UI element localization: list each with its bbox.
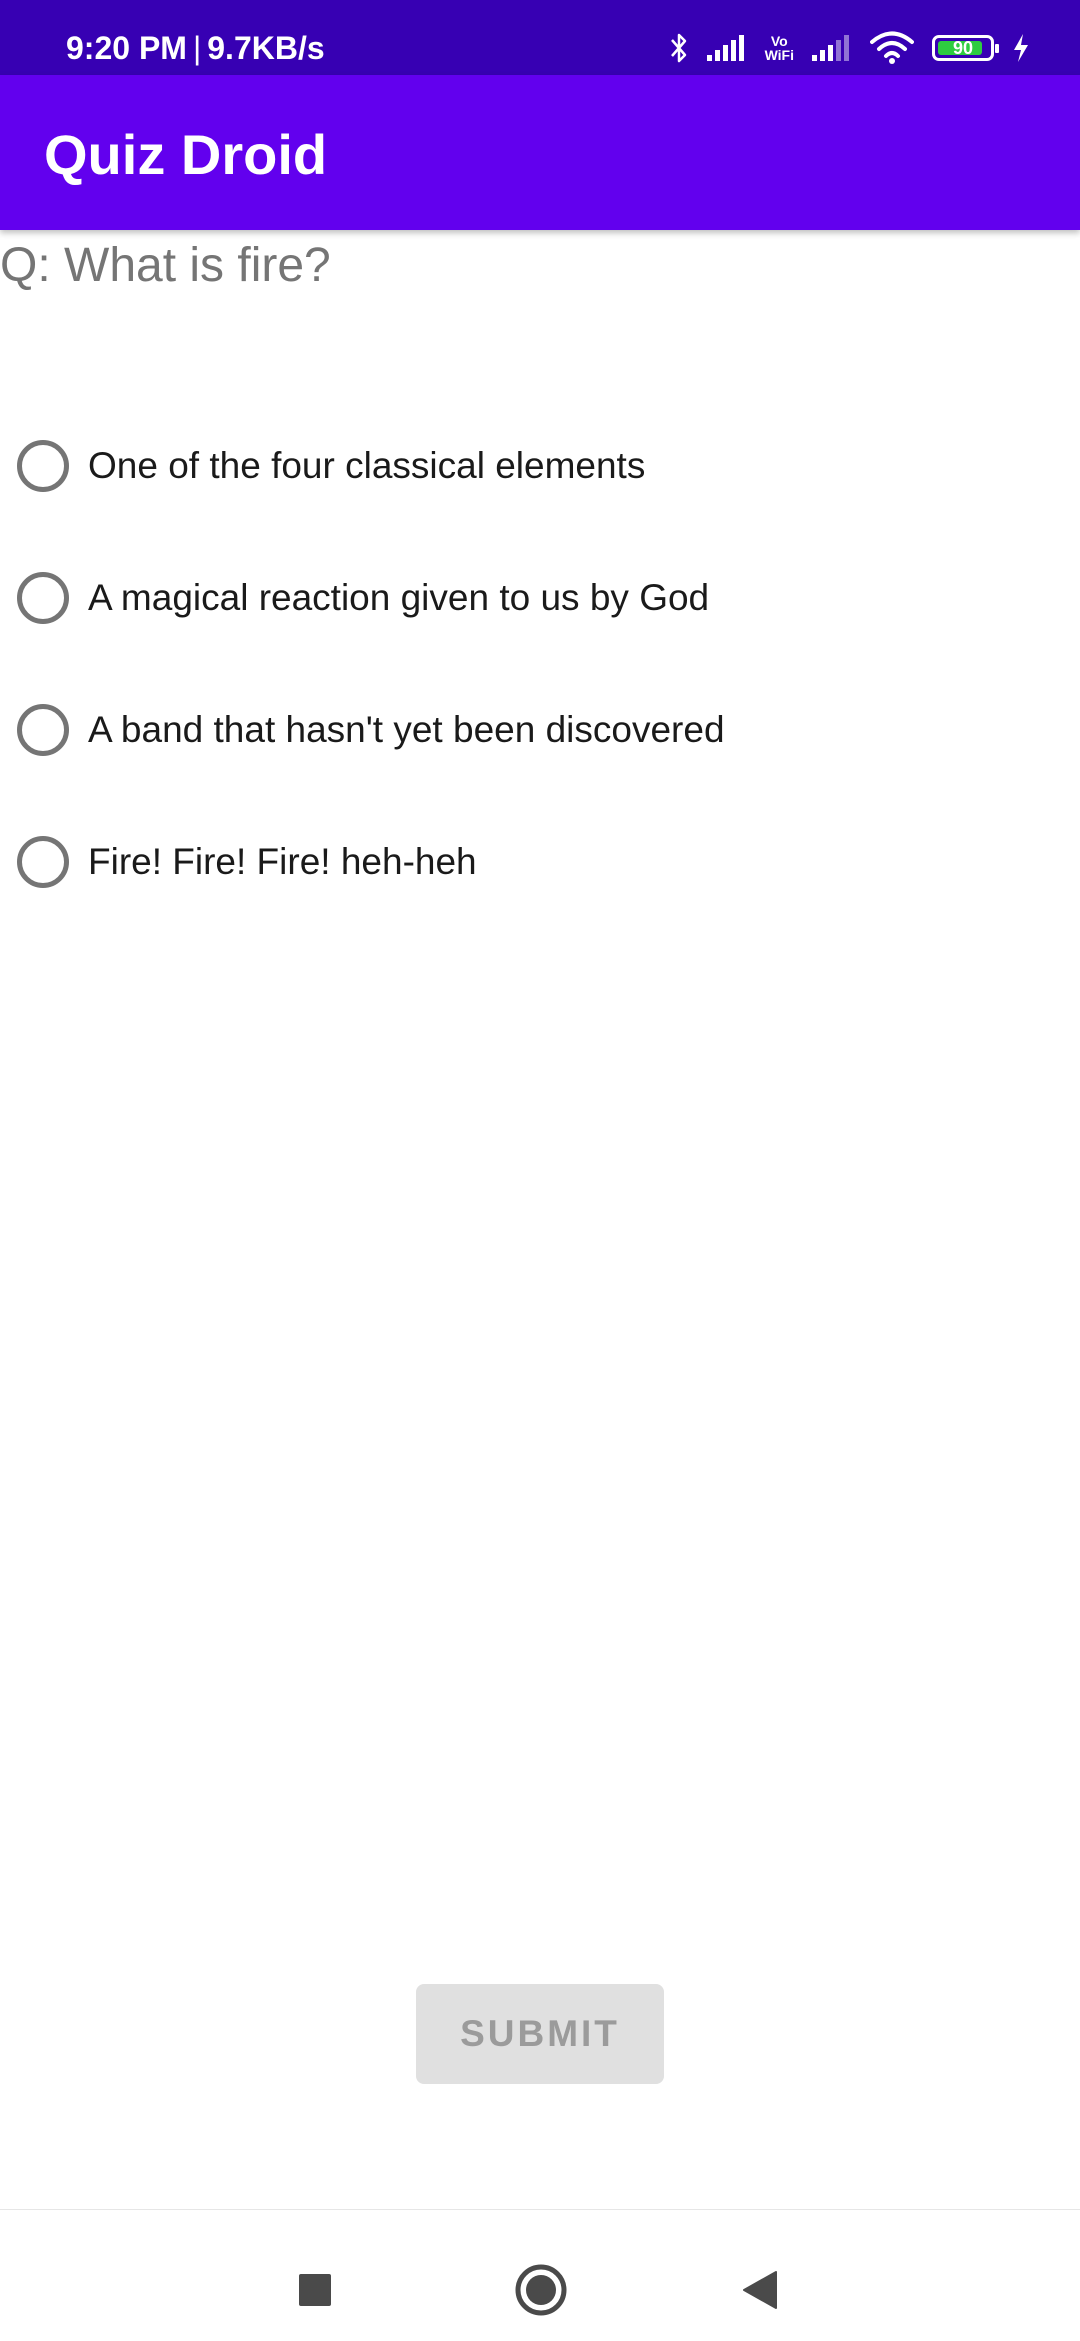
battery-level-text: 90 [952,38,974,58]
vowifi-icon: Vo WiFi [765,34,794,62]
status-icons: Vo WiFi 90 [669,24,1030,72]
radio-button[interactable] [17,836,69,888]
answer-option-label: One of the four classical elements [88,445,646,486]
home-circle-icon[interactable] [514,2263,568,2317]
app-title: Quiz Droid [44,123,328,186]
answer-option[interactable]: One of the four classical elements [0,400,1080,532]
answer-option[interactable]: A band that hasn't yet been discovered [0,664,1080,796]
wifi-icon [870,31,914,64]
answer-option-label: A magical reaction given to us by God [88,577,710,618]
signal-icon [812,35,849,61]
app-bar: Quiz Droid [0,75,1080,230]
radio-button[interactable] [17,704,69,756]
signal-icon [706,35,744,61]
question-text: Q: What is fire? [0,239,331,292]
vowifi-top-text: Vo [770,33,788,49]
answer-option[interactable]: A magical reaction given to us by God [0,532,1080,664]
charging-icon [1014,34,1028,62]
answer-option[interactable]: Fire! Fire! Fire! heh-heh [0,796,1080,928]
back-triangle-icon[interactable] [742,2270,778,2310]
radio-button[interactable] [17,440,69,492]
status-left: 9:20 PM | 9.7KB/s [66,0,325,75]
recents-square-icon[interactable] [299,2274,331,2306]
battery-icon: 90 [932,35,999,61]
answer-option-label: Fire! Fire! Fire! heh-heh [88,841,477,882]
status-bar: 9:20 PM | 9.7KB/s Vo WiFi 90 [0,0,1080,75]
vowifi-bottom-text: WiFi [764,47,794,63]
bluetooth-icon [670,33,686,63]
answer-options: One of the four classical elements A mag… [0,400,1080,928]
radio-button[interactable] [17,572,69,624]
answer-option-label: A band that hasn't yet been discovered [88,709,725,750]
submit-button[interactable]: SUBMIT [416,1984,664,2084]
navigation-bar [0,2209,1080,2341]
battery-cap [995,44,999,53]
